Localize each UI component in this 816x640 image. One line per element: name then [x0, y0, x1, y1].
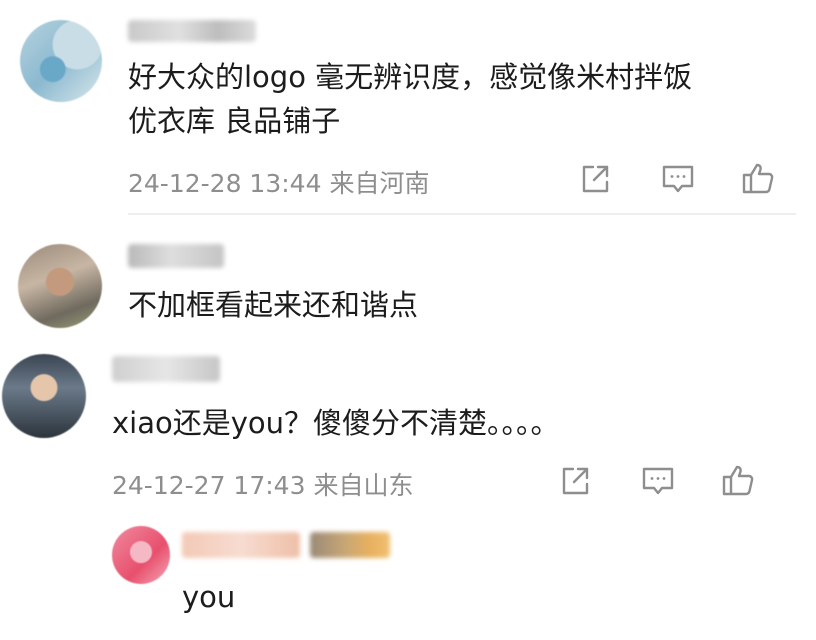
avatar[interactable]: [20, 20, 102, 102]
thumbs-up-icon[interactable]: [740, 160, 776, 196]
avatar[interactable]: [18, 244, 102, 328]
comment-timestamp: 24-12-28 13:44 来自河南: [128, 164, 429, 200]
comment-text-line-1: 好大众的logo 毫无辨识度，感觉像米村拌饭: [128, 60, 693, 94]
comment-timestamp: 24-12-27 17:43 来自山东: [112, 466, 413, 502]
comment-text: xiao还是you？傻傻分不清楚。。。。: [112, 406, 560, 440]
divider: [128, 213, 796, 215]
share-icon[interactable]: [558, 464, 592, 498]
comment-icon[interactable]: [660, 162, 696, 196]
location: 来自河南: [329, 169, 430, 198]
location: 来自山东: [313, 471, 414, 500]
comment-text-line-2: 优衣库 良品铺子: [128, 104, 341, 138]
avatar[interactable]: [112, 526, 170, 584]
username-blurred[interactable]: [182, 532, 300, 558]
avatar[interactable]: [2, 354, 86, 438]
share-icon[interactable]: [578, 162, 612, 196]
username-blurred[interactable]: [128, 244, 224, 268]
timestamp: 24-12-27 17:43: [112, 471, 306, 500]
username-blurred[interactable]: [112, 356, 220, 382]
reply-text: you: [182, 580, 236, 614]
comment-text: 不加框看起来还和谐点: [128, 288, 419, 322]
comment-icon[interactable]: [640, 464, 676, 498]
timestamp: 24-12-28 13:44: [128, 169, 322, 198]
thumbs-up-icon[interactable]: [720, 462, 756, 498]
user-badge-blurred: [310, 532, 390, 558]
username-blurred[interactable]: [128, 20, 256, 42]
